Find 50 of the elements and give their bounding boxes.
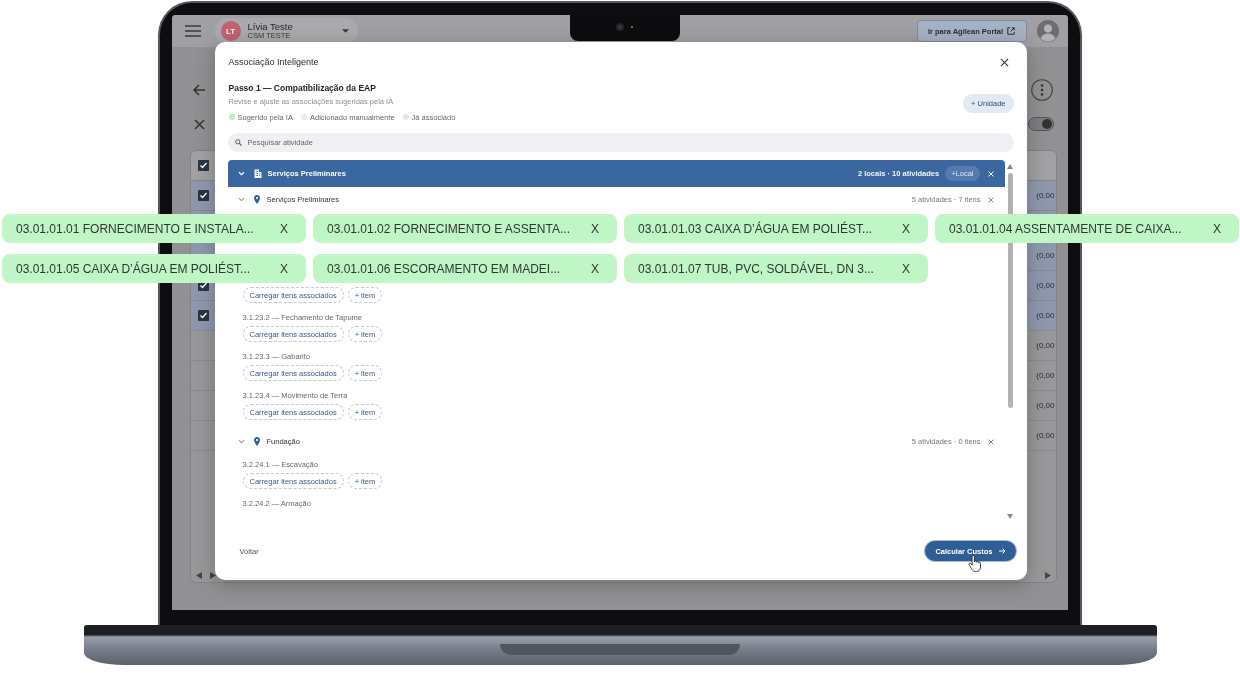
scroll-right-icon[interactable]	[209, 571, 216, 579]
table-cell: (0,00	[1036, 191, 1056, 200]
dialog-title: Associação Inteligente	[228, 57, 319, 67]
hand-cursor-icon	[968, 555, 981, 572]
chip-label: 03.01.01.03 CAIXA D’ÁGUA EM POLIÉST...	[638, 221, 873, 236]
external-link-icon	[1007, 27, 1016, 35]
scroll-right-icon[interactable]	[1044, 571, 1051, 579]
chip-label: 03.01.01.01 FORNECIMENTO E INSTALA...	[16, 221, 254, 236]
close-icon[interactable]	[999, 57, 1009, 67]
remove-chip-button[interactable]: X	[900, 221, 912, 236]
user-name: Lívia Teste	[247, 21, 294, 33]
step-title: Passo 1 — Compatibilização da EAP	[228, 82, 376, 95]
remove-chip-button[interactable]: X	[278, 261, 290, 276]
back-arrow-icon[interactable]	[191, 83, 206, 97]
scroll-down-icon[interactable]	[1007, 514, 1013, 519]
toggle-switch-icon[interactable]	[1027, 117, 1054, 131]
building-icon	[253, 169, 262, 178]
checkbox[interactable]	[198, 310, 209, 321]
location-pin-icon	[253, 195, 260, 204]
arrow-right-icon	[998, 548, 1006, 554]
menu-icon[interactable]	[184, 25, 201, 37]
checkbox[interactable]	[198, 160, 209, 171]
user-avatar: LT	[220, 21, 241, 41]
search-icon	[234, 139, 242, 146]
chip-label: 03.01.01.06 ESCORAMENTO EM MADEI...	[327, 261, 561, 276]
chip-label: 03.01.01.07 TUB, PVC, SOLDÁVEL, DN 3...	[638, 261, 874, 276]
chip-label: 03.01.01.02 FORNECIMENTO E ASSENTA...	[327, 221, 570, 236]
remove-chip-button[interactable]: X	[900, 261, 912, 276]
remove-chip-button[interactable]: X	[278, 221, 290, 236]
location-pin-icon	[253, 437, 260, 446]
chip-label: 03.01.01.05 CAIXA D’ÁGUA EM POLIÉST...	[16, 261, 251, 276]
table-cell: (0,00	[1036, 401, 1056, 410]
caret-icon	[341, 29, 349, 33]
remove-chip-button[interactable]: X	[589, 221, 601, 236]
remove-chip-button[interactable]: X	[589, 261, 601, 276]
table-cell: (0,00	[1036, 251, 1056, 260]
checkbox[interactable]	[198, 190, 209, 201]
scroll-left-icon[interactable]	[195, 571, 202, 579]
table-cell: (0,00	[1036, 311, 1056, 320]
table-cell: (0,00	[1036, 431, 1056, 440]
chevron-icon[interactable]	[237, 439, 245, 444]
scroll-up-icon[interactable]	[1007, 164, 1013, 169]
table-cell: (0,00	[1036, 341, 1056, 350]
avatar-icon[interactable]	[1036, 20, 1059, 42]
chevron-icon[interactable]	[237, 197, 245, 202]
table-cell: (0,00	[1036, 281, 1056, 290]
remove-chip-button[interactable]: X	[1211, 221, 1223, 236]
more-options-icon[interactable]	[1030, 79, 1053, 101]
table-cell: (0,00	[1036, 371, 1056, 380]
chip-label: 03.01.01.04 ASSENTAMENTE DE CAIXA...	[949, 221, 1182, 236]
